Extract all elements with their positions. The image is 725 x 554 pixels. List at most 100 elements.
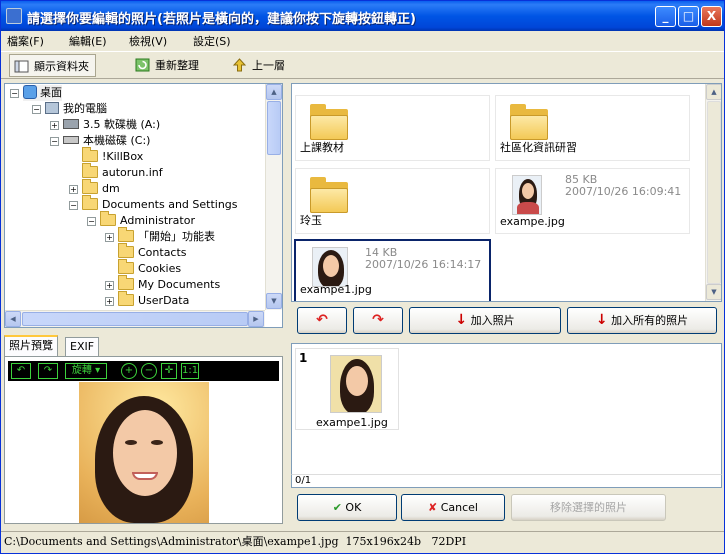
- tree-horizontal-scrollbar[interactable]: ◀ ▶: [5, 310, 265, 327]
- preview-photo: [79, 382, 209, 523]
- rotate-right-90-button[interactable]: ↷: [353, 307, 403, 334]
- selected-count: 0/1: [291, 474, 722, 488]
- tree-item[interactable]: − Administrator: [87, 211, 195, 229]
- expand-icon[interactable]: +: [69, 185, 78, 194]
- ok-button[interactable]: ✔ OK: [297, 494, 397, 521]
- rotate-right-icon[interactable]: ↷: [38, 363, 58, 379]
- cancel-button[interactable]: ✘ Cancel: [401, 494, 505, 521]
- folder-name: 玲玉: [300, 214, 322, 227]
- photo-item[interactable]: 85 KB 2007/10/26 16:09:41 exampe.jpg: [495, 168, 690, 234]
- photo-item-selected[interactable]: 14 KB 2007/10/26 16:14:17 exampe1.jpg: [294, 239, 491, 301]
- up-arrow-icon: [232, 58, 247, 72]
- tree-vertical-scrollbar[interactable]: ▲ ▼: [265, 84, 282, 310]
- file-date: 2007/10/26 16:14:17: [365, 258, 482, 271]
- collapse-icon[interactable]: −: [10, 89, 19, 98]
- tree-label: 桌面: [40, 86, 62, 99]
- file-name: exampe1.jpg: [300, 283, 372, 296]
- tree-label: Contacts: [138, 246, 187, 259]
- collapse-icon[interactable]: −: [69, 201, 78, 210]
- folder-item[interactable]: 社區化資訊研習: [495, 95, 690, 161]
- tree-item[interactable]: autorun.inf: [82, 163, 163, 181]
- rotate-left-icon[interactable]: ↶: [11, 363, 31, 379]
- tab-exif[interactable]: EXIF: [65, 337, 100, 357]
- add-all-arrow-icon: ↓: [595, 312, 608, 328]
- folder-item[interactable]: 上課教材: [295, 95, 490, 161]
- folder-icon: [310, 104, 348, 140]
- scroll-up-icon[interactable]: ▲: [266, 84, 282, 100]
- tree-item[interactable]: Cookies: [118, 259, 181, 277]
- fit-window-icon[interactable]: ✛: [161, 363, 177, 379]
- show-folders-button[interactable]: 顯示資料夾: [9, 54, 96, 77]
- file-date: 2007/10/26 16:09:41: [565, 185, 682, 198]
- menu-view[interactable]: 檢視(V): [129, 33, 167, 49]
- scroll-thumb[interactable]: [707, 101, 721, 284]
- folder-icon: [118, 275, 134, 290]
- refresh-label: 重新整理: [155, 59, 199, 72]
- scroll-left-icon[interactable]: ◀: [5, 311, 21, 327]
- menu-edit[interactable]: 編輯(E): [69, 33, 107, 49]
- dialog-buttons: ✔ OK ✘ Cancel 移除選擇的照片: [291, 493, 722, 525]
- tree-item-my-computer[interactable]: − 我的電腦: [32, 101, 107, 117]
- add-photo-label: 加入照片: [470, 314, 515, 327]
- browser-vertical-scrollbar[interactable]: ▲ ▼: [705, 84, 721, 301]
- up-one-level-button[interactable]: 上一層: [228, 54, 291, 77]
- rotate-left-90-button[interactable]: ↶: [297, 307, 347, 334]
- scroll-down-icon[interactable]: ▼: [706, 284, 721, 300]
- remove-selected-button[interactable]: 移除選擇的照片: [511, 494, 666, 521]
- expand-icon[interactable]: +: [105, 233, 114, 242]
- folder-icon: [510, 104, 548, 140]
- folders-icon: [14, 60, 29, 73]
- selected-photo-item[interactable]: 1 exampe1.jpg: [295, 348, 399, 430]
- scroll-thumb[interactable]: [22, 312, 248, 326]
- add-all-photos-button[interactable]: ↓ 加入所有的照片: [567, 307, 717, 334]
- menu-settings[interactable]: 設定(S): [193, 33, 231, 49]
- tree-item-desktop[interactable]: − 桌面: [10, 85, 62, 101]
- folder-icon: [310, 177, 348, 213]
- collapse-icon[interactable]: −: [87, 217, 96, 226]
- preview-tabs: 照片預覽 EXIF: [4, 335, 283, 357]
- menu-file[interactable]: 檔案(F): [7, 33, 44, 49]
- minimize-button[interactable]: _: [655, 6, 676, 27]
- rotate-dropdown[interactable]: 旋轉 ▾: [65, 363, 107, 379]
- zoom-in-icon[interactable]: +: [121, 363, 137, 379]
- tree-item[interactable]: !KillBox: [82, 147, 143, 165]
- folder-icon: [82, 179, 98, 194]
- tree-item[interactable]: + UserData: [105, 291, 190, 309]
- expand-icon[interactable]: +: [105, 281, 114, 290]
- close-button[interactable]: X: [701, 6, 722, 27]
- scroll-right-icon[interactable]: ▶: [248, 311, 264, 327]
- toolbar: 顯示資料夾 重新整理 上一層: [1, 51, 724, 79]
- folder-icon: [100, 211, 116, 226]
- scroll-thumb[interactable]: [267, 101, 281, 155]
- preview-toolbar: ↶ ↷ 旋轉 ▾ + − ✛ 1:1: [8, 361, 279, 381]
- rotate-label: 旋轉: [71, 365, 92, 376]
- folder-tree[interactable]: − 桌面 − 我的電腦 + 3.5 軟碟機 (A:) − 本機磁碟 (C:) !…: [4, 83, 283, 328]
- collapse-icon[interactable]: −: [32, 105, 41, 114]
- collapse-icon[interactable]: −: [50, 137, 59, 146]
- folder-icon: [118, 291, 134, 306]
- photo-picker-window: 請選擇你要編輯的照片(若照片是橫向的，建議你按下旋轉按鈕轉正) _ □ X 檔案…: [0, 0, 725, 554]
- scroll-up-icon[interactable]: ▲: [706, 84, 721, 100]
- file-name: exampe.jpg: [500, 215, 565, 228]
- tree-label: 3.5 軟碟機 (A:): [83, 118, 161, 131]
- tab-photo-preview[interactable]: 照片預覽: [4, 335, 58, 357]
- folder-icon: [82, 147, 98, 162]
- maximize-button[interactable]: □: [678, 6, 699, 27]
- tree-item[interactable]: Contacts: [118, 243, 187, 261]
- zoom-out-icon[interactable]: −: [141, 363, 157, 379]
- scroll-down-icon[interactable]: ▼: [266, 293, 282, 309]
- expand-icon[interactable]: +: [105, 297, 114, 306]
- tree-label: UserData: [138, 294, 190, 307]
- folder-item[interactable]: 玲玉: [295, 168, 490, 234]
- refresh-button[interactable]: 重新整理: [131, 54, 205, 77]
- tree-item-local-disk[interactable]: − 本機磁碟 (C:): [50, 133, 150, 149]
- actual-size-button[interactable]: 1:1: [181, 363, 199, 379]
- tree-item-floppy[interactable]: + 3.5 軟碟機 (A:): [50, 117, 161, 133]
- tree-item[interactable]: + My Documents: [105, 275, 220, 293]
- expand-icon[interactable]: +: [50, 121, 59, 130]
- selected-photos-panel[interactable]: 1 exampe1.jpg: [291, 343, 722, 487]
- photo-thumbnail: [512, 175, 542, 215]
- file-browser[interactable]: 上課教材 社區化資訊研習 玲玉 85 KB 2007/10/26 16:09:4…: [291, 83, 722, 302]
- add-photo-button[interactable]: ↓ 加入照片: [409, 307, 561, 334]
- tree-item[interactable]: + 「開始」功能表: [105, 227, 215, 245]
